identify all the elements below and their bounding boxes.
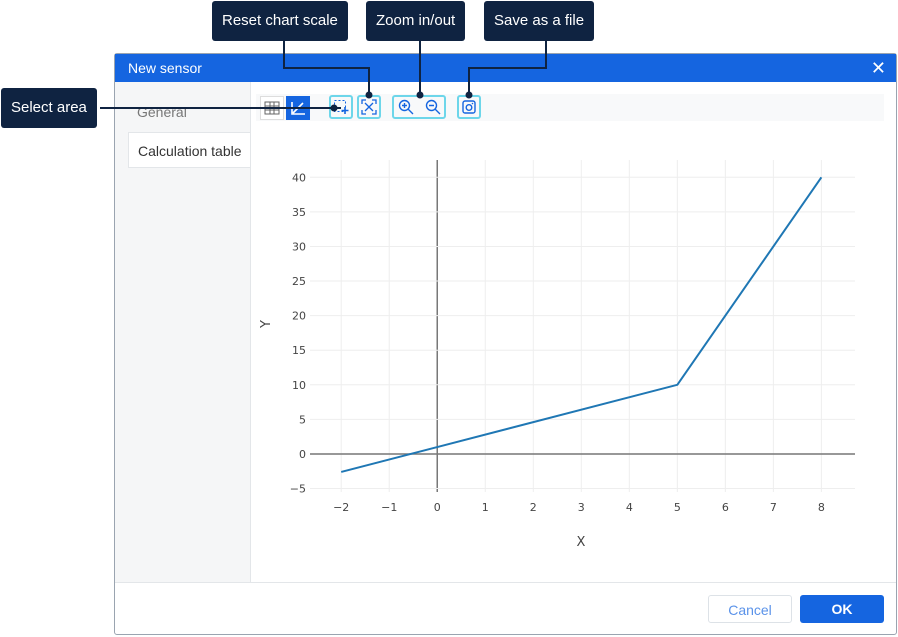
line-chart[interactable]: −2 −1 0 1 2 3 4 5 6 7 8 −5 0 5 10 15 20 25 30 35 40 X Y	[0, 0, 898, 637]
x-axis-label: X	[577, 535, 586, 550]
x-tick-label: 5	[674, 501, 681, 514]
x-tick-label: 7	[770, 501, 777, 514]
callout-save: Save as a file	[484, 1, 595, 41]
callout-select-area: Select area	[1, 88, 97, 128]
x-tick-label: 0	[434, 501, 441, 514]
y-tick-label: 35	[292, 206, 306, 219]
cancel-button[interactable]: Cancel	[708, 595, 792, 623]
y-axis-label: Y	[259, 320, 274, 329]
ok-button[interactable]: OK	[800, 595, 884, 623]
callout-zoom: Zoom in/out	[366, 1, 466, 41]
x-tick-label: 8	[818, 501, 825, 514]
y-tick-label: 20	[292, 310, 306, 323]
callout-reset-chart-scale: Reset chart scale	[212, 1, 348, 41]
y-tick-label: 0	[299, 448, 306, 461]
x-tick-label: 3	[578, 501, 585, 514]
y-tick-label: 40	[292, 171, 306, 184]
x-tick-label: 2	[530, 501, 537, 514]
y-tick-label: 5	[299, 413, 306, 426]
y-tick-label: 25	[292, 275, 306, 288]
x-tick-label: 4	[626, 501, 633, 514]
y-tick-label: 10	[292, 379, 306, 392]
x-tick-label: 1	[482, 501, 489, 514]
y-tick-label: 30	[292, 240, 306, 253]
x-tick-label: −2	[333, 501, 349, 514]
x-tick-label: −1	[381, 501, 397, 514]
y-tick-label: −5	[290, 483, 306, 496]
x-tick-label: 6	[722, 501, 729, 514]
y-tick-label: 15	[292, 344, 306, 357]
